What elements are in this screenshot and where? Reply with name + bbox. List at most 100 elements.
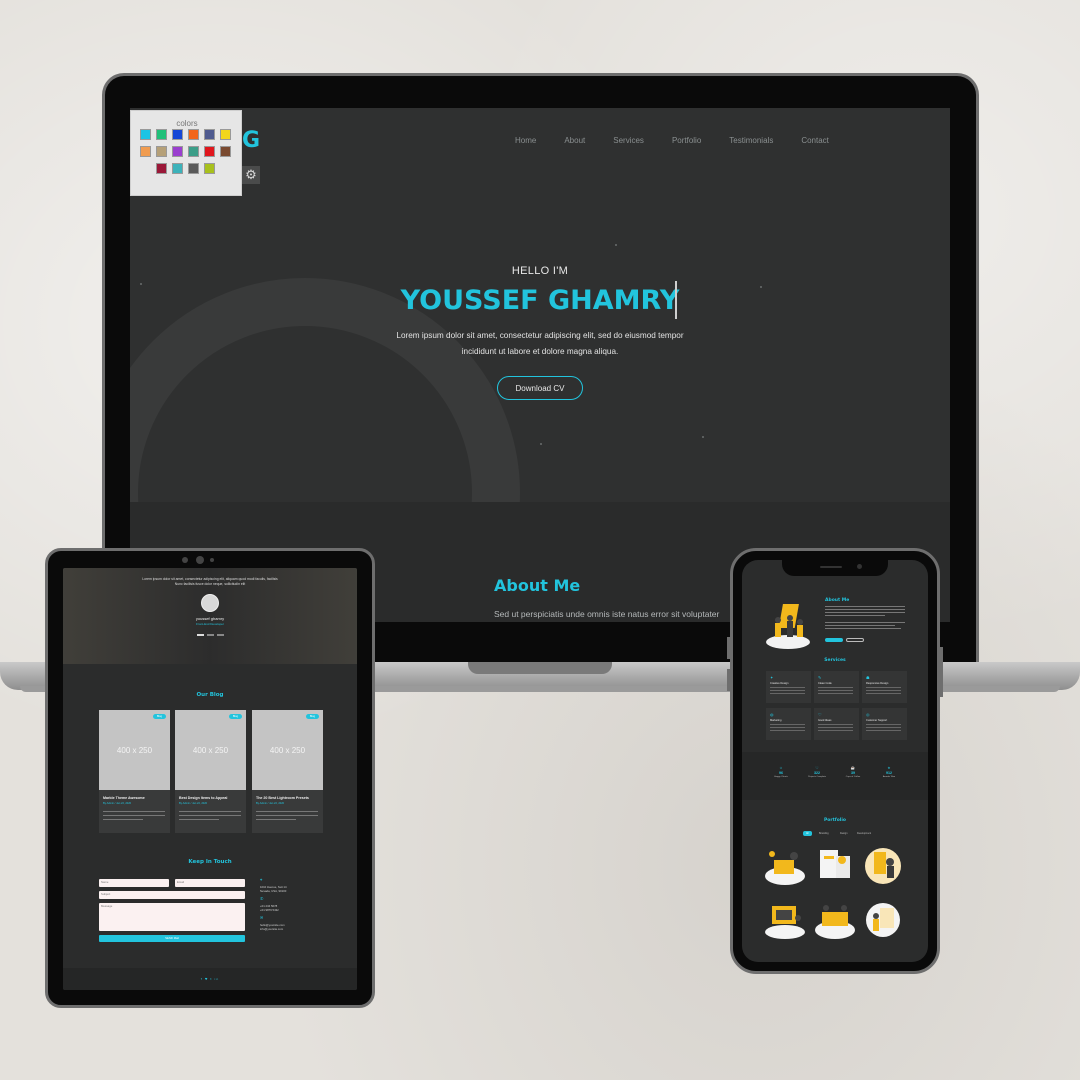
portfolio-item[interactable] — [764, 846, 806, 886]
nav-services[interactable]: Services — [613, 136, 644, 145]
service-title: Clean Code — [818, 682, 832, 685]
blog-card[interactable]: 400 x 250 Blog The 20 Best Lightroom Pre… — [252, 710, 323, 833]
color-swatch[interactable] — [204, 129, 215, 140]
stat-item: ☕ 39 Cups of Coffee — [838, 766, 868, 778]
name-input[interactable]: Name — [99, 879, 169, 887]
color-panel-toggle[interactable]: ⚙ — [242, 166, 260, 184]
color-swatch[interactable] — [172, 163, 183, 174]
avatar — [201, 594, 219, 612]
portfolio-item[interactable] — [814, 900, 856, 940]
service-icon: ◎ — [866, 712, 870, 717]
particle — [540, 443, 542, 445]
stat-number: 912 — [886, 771, 892, 775]
blog-card-meta: By Admin / Jan 22, 2020 — [179, 802, 208, 805]
phone-contact-button[interactable] — [846, 638, 864, 642]
stat-label: Happy Clients — [774, 776, 788, 778]
color-swatch[interactable] — [156, 146, 167, 157]
color-swatch[interactable] — [220, 129, 231, 140]
color-swatch[interactable] — [156, 129, 167, 140]
blog-tag[interactable]: Blog — [229, 714, 242, 719]
service-card: ◎ Customer Support — [862, 708, 907, 740]
stat-icon: ★ — [887, 766, 891, 770]
service-title: Marketing — [770, 719, 782, 722]
contact-title: Keep In Touch — [188, 859, 232, 865]
address-line: Nevada, USA, 90100 — [260, 889, 287, 893]
nav-home[interactable]: Home — [515, 136, 536, 145]
phone-icon: ✆ — [260, 896, 264, 901]
portfolio-title: Portfolio — [824, 818, 846, 823]
phone-download-button[interactable] — [825, 638, 843, 642]
site-logo[interactable]: G — [242, 128, 260, 153]
phone-side-button — [940, 647, 943, 697]
stat-icon: ☕ — [850, 766, 856, 770]
carousel-dots[interactable] — [197, 634, 224, 636]
color-swatch[interactable] — [172, 129, 183, 140]
blog-card[interactable]: 400 x 250 Blog Best Design Items to Appe… — [175, 710, 246, 833]
color-swatch[interactable] — [204, 163, 215, 174]
service-card: ♡ Good Ideas — [814, 708, 859, 740]
blog-title: Our Blog — [196, 692, 224, 698]
color-swatch[interactable] — [188, 146, 199, 157]
color-swatch[interactable] — [220, 146, 231, 157]
nav-about[interactable]: About — [564, 136, 585, 145]
main-nav: Home About Services Portfolio Testimonia… — [515, 136, 857, 145]
about-title: About Me — [494, 576, 581, 595]
social-links[interactable]: f ♥ t in — [63, 977, 357, 981]
tablet-camera — [182, 557, 188, 563]
color-swatch[interactable] — [140, 129, 151, 140]
service-card: ✦ Creative Design — [766, 671, 811, 703]
laptop-hinge-notch — [468, 662, 612, 674]
filter-design[interactable]: Design — [837, 831, 850, 836]
service-title: Creative Design — [770, 682, 789, 685]
portfolio-item[interactable] — [862, 846, 904, 886]
stat-item: ♡ 322 Projects Complete — [802, 766, 832, 778]
services-title: Services — [824, 658, 846, 663]
blog-tag[interactable]: Blog — [306, 714, 319, 719]
color-swatch[interactable] — [140, 146, 151, 157]
service-card: ◍ Marketing — [766, 708, 811, 740]
address-info: 1010 Avenue, Suit 14 Nevada, USA, 90100 — [260, 885, 287, 893]
filter-all[interactable]: All — [803, 831, 812, 836]
service-icon: ☗ — [866, 675, 870, 680]
portfolio-item[interactable] — [862, 900, 904, 940]
nav-testimonials[interactable]: Testimonials — [729, 136, 773, 145]
color-panel-title: colors — [176, 119, 198, 128]
tablet-sensor — [210, 558, 214, 562]
stat-label: Awards Won — [882, 776, 896, 778]
service-card: ✎ Clean Code — [814, 671, 859, 703]
hero-description-line: Lorem ipsum dolor sit amet, consectetur … — [396, 331, 684, 340]
typing-caret — [675, 281, 677, 319]
blog-image-placeholder: 400 x 250 — [99, 710, 170, 790]
blog-card[interactable]: 400 x 250 Blog Marble Theme Awesome By A… — [99, 710, 170, 833]
nav-portfolio[interactable]: Portfolio — [672, 136, 701, 145]
phone-info: +01 234 5678 +01 9876 5432 — [260, 904, 279, 912]
send-mail-button[interactable]: SEND Mail — [99, 935, 245, 942]
blog-card-title[interactable]: Best Design Items to Appeal — [179, 796, 227, 800]
phone-camera — [857, 564, 862, 569]
service-icon: ✦ — [770, 675, 774, 680]
color-swatch[interactable] — [204, 146, 215, 157]
blog-card-meta: By Admin / Jan 22, 2020 — [256, 802, 285, 805]
stat-icon: ♡ — [815, 766, 819, 770]
portfolio-item[interactable] — [764, 900, 806, 940]
subject-input[interactable]: Subject — [99, 891, 245, 899]
blog-card-title[interactable]: The 20 Best Lightroom Presets — [256, 796, 309, 800]
filter-branding[interactable]: Branding — [816, 831, 832, 836]
color-swatch[interactable] — [188, 129, 199, 140]
blog-tag[interactable]: Blog — [153, 714, 166, 719]
phone-screen: About Me Services ✦ Creative Design ✎ Clean… — [742, 560, 928, 962]
hero-name: YOUSSEF GHAMRY — [400, 285, 680, 316]
portfolio-item[interactable] — [814, 846, 856, 886]
color-swatch[interactable] — [172, 146, 183, 157]
blog-card-title[interactable]: Marble Theme Awesome — [103, 796, 145, 800]
message-textarea[interactable]: Message — [99, 903, 245, 931]
stat-item: ★ 912 Awards Won — [874, 766, 904, 778]
gear-icon: ⚙ — [245, 167, 257, 183]
phone-side-button — [727, 637, 730, 659]
filter-development[interactable]: Development — [854, 831, 874, 836]
color-swatch[interactable] — [156, 163, 167, 174]
nav-contact[interactable]: Contact — [801, 136, 829, 145]
color-swatch[interactable] — [188, 163, 199, 174]
email-input[interactable]: Email — [175, 879, 245, 887]
download-cv-button[interactable]: Download CV — [497, 376, 583, 400]
